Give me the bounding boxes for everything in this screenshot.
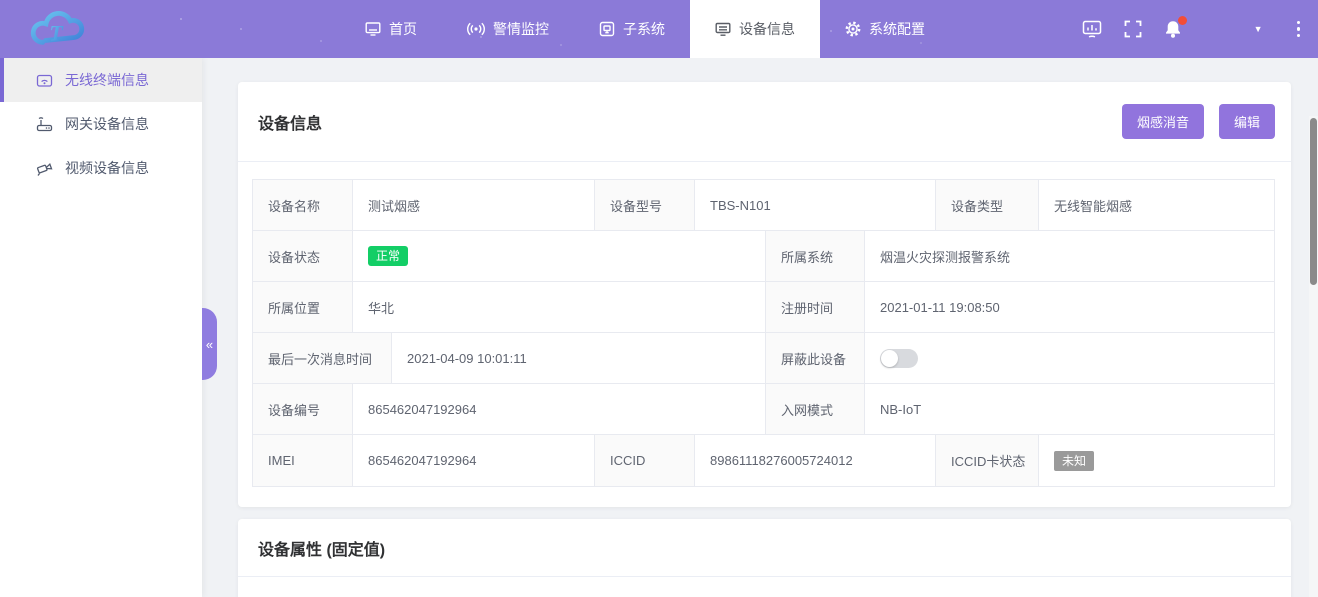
sidebar-item-video-device[interactable]: 视频设备信息 xyxy=(0,146,202,190)
sidebar-item-label: 网关设备信息 xyxy=(65,114,149,134)
field-value: 89861118276005724012 xyxy=(695,435,936,486)
field-value: 正常 xyxy=(353,231,766,281)
table-row: 最后一次消息时间 2021-04-09 10:01:11 屏蔽此设备 xyxy=(253,333,1274,384)
fullscreen-icon[interactable] xyxy=(1124,20,1142,38)
notification-dot xyxy=(1178,16,1187,25)
toggle-knob xyxy=(881,350,898,367)
field-label: 所属位置 xyxy=(253,282,353,332)
collapse-chevrons: « xyxy=(206,337,213,352)
field-value: 未知 xyxy=(1039,435,1274,486)
field-value: 烟温火灾探测报警系统 xyxy=(865,231,1274,281)
device-info-card-body: 设备名称 测试烟感 设备型号 TBS-N101 设备类型 无线智能烟感 设备状态… xyxy=(238,162,1291,507)
device-descriptions-table: 设备名称 测试烟感 设备型号 TBS-N101 设备类型 无线智能烟感 设备状态… xyxy=(252,179,1275,487)
field-label: 注册时间 xyxy=(766,282,865,332)
gateway-device-icon xyxy=(36,116,53,133)
video-device-icon xyxy=(36,160,53,177)
field-value: NB-IoT xyxy=(865,384,1274,434)
field-value: 2021-04-09 10:01:11 xyxy=(392,333,766,383)
field-value: 865462047192964 xyxy=(353,384,766,434)
field-label: ICCID xyxy=(595,435,695,486)
field-label: 设备状态 xyxy=(253,231,353,281)
device-info-card: 设备信息 烟感消音 编辑 设备名称 测试烟感 设备型号 TBS-N101 设备类 xyxy=(238,82,1291,507)
table-row: 设备状态 正常 所属系统 烟温火灾探测报警系统 xyxy=(253,231,1274,282)
nav-label: 设备信息 xyxy=(739,19,795,39)
nav-label: 首页 xyxy=(389,19,417,39)
nav-label: 警情监控 xyxy=(493,19,549,39)
navbar-actions: ▼ xyxy=(1082,0,1318,58)
device-info-icon xyxy=(715,21,731,37)
device-attributes-card: 设备属性 (固定值) xyxy=(238,519,1291,597)
nav-item-alarm-monitor[interactable]: 警情监控 xyxy=(442,0,574,58)
field-label: 设备编号 xyxy=(253,384,353,434)
device-info-card-header: 设备信息 烟感消音 编辑 xyxy=(238,82,1291,162)
field-label: 入网模式 xyxy=(766,384,865,434)
field-label: 所属系统 xyxy=(766,231,865,281)
settings-gear-icon xyxy=(845,21,861,37)
top-navbar: T 首页 xyxy=(0,0,1318,58)
sidebar-collapse-handle[interactable]: « xyxy=(202,308,217,380)
status-badge-normal: 正常 xyxy=(368,246,408,266)
nav-label: 子系统 xyxy=(623,19,665,39)
field-label: 设备类型 xyxy=(936,180,1039,230)
edit-button[interactable]: 编辑 xyxy=(1219,104,1275,139)
caret-down-icon[interactable]: ▼ xyxy=(1254,24,1263,34)
sidebar: 无线终端信息 网关设备信息 xyxy=(0,58,202,597)
table-row: 设备编号 865462047192964 入网模式 NB-IoT xyxy=(253,384,1274,435)
sidebar-item-gateway-device[interactable]: 网关设备信息 xyxy=(0,102,202,146)
field-label: 设备名称 xyxy=(253,180,353,230)
field-value: 2021-01-11 19:08:50 xyxy=(865,282,1274,332)
card-title: 设备属性 (固定值) xyxy=(258,536,1271,560)
status-badge-unknown: 未知 xyxy=(1054,451,1094,471)
nav-item-system-config[interactable]: 系统配置 xyxy=(820,0,950,58)
field-value: 865462047192964 xyxy=(353,435,595,486)
nav-item-device-info[interactable]: 设备信息 xyxy=(690,0,820,58)
field-label: IMEI xyxy=(253,435,353,486)
device-attributes-card-header: 设备属性 (固定值) xyxy=(238,519,1291,577)
sidebar-item-wireless-terminal[interactable]: 无线终端信息 xyxy=(0,58,202,102)
field-value: 无线智能烟感 xyxy=(1039,180,1274,230)
alarm-broadcast-icon xyxy=(467,22,485,36)
bell-icon[interactable] xyxy=(1164,20,1182,39)
table-row: 设备名称 测试烟感 设备型号 TBS-N101 设备类型 无线智能烟感 xyxy=(253,180,1274,231)
sidebar-item-label: 无线终端信息 xyxy=(65,70,149,90)
smoke-mute-button[interactable]: 烟感消音 xyxy=(1122,104,1204,139)
field-value: 华北 xyxy=(353,282,766,332)
field-value: TBS-N101 xyxy=(695,180,936,230)
nav-item-home[interactable]: 首页 xyxy=(340,0,442,58)
shield-device-toggle[interactable] xyxy=(880,349,918,368)
card-actions: 烟感消音 编辑 xyxy=(1122,104,1275,139)
field-label: ICCID卡状态 xyxy=(936,435,1039,486)
app-logo[interactable]: T xyxy=(0,0,340,58)
table-row: 所属位置 华北 注册时间 2021-01-11 19:08:50 xyxy=(253,282,1274,333)
field-value xyxy=(865,333,1274,383)
scrollbar-thumb[interactable] xyxy=(1310,118,1317,285)
field-label: 最后一次消息时间 xyxy=(253,333,392,383)
field-label: 屏蔽此设备 xyxy=(766,333,865,383)
field-label: 设备型号 xyxy=(595,180,695,230)
home-screen-icon xyxy=(365,21,381,37)
cloud-logo-icon: T xyxy=(26,8,88,50)
page-layout: 无线终端信息 网关设备信息 xyxy=(0,58,1318,597)
dashboard-monitor-icon[interactable] xyxy=(1082,20,1102,39)
page-scrollbar xyxy=(1309,116,1318,597)
wireless-terminal-icon xyxy=(36,72,53,89)
field-value: 测试烟感 xyxy=(353,180,595,230)
subsystem-icon xyxy=(599,21,615,37)
main-nav: 首页 警情监控 子系统 xyxy=(340,0,950,58)
table-row: IMEI 865462047192964 ICCID 8986111827600… xyxy=(253,435,1274,486)
nav-label: 系统配置 xyxy=(869,19,925,39)
sidebar-item-label: 视频设备信息 xyxy=(65,158,149,178)
nav-item-subsystem[interactable]: 子系统 xyxy=(574,0,690,58)
svg-text:T: T xyxy=(49,20,64,45)
card-title: 设备信息 xyxy=(258,110,1122,134)
app-window: T 首页 xyxy=(0,0,1318,597)
kebab-menu-icon[interactable] xyxy=(1293,17,1305,42)
main-content: 设备信息 烟感消音 编辑 设备名称 测试烟感 设备型号 TBS-N101 设备类 xyxy=(202,58,1318,597)
